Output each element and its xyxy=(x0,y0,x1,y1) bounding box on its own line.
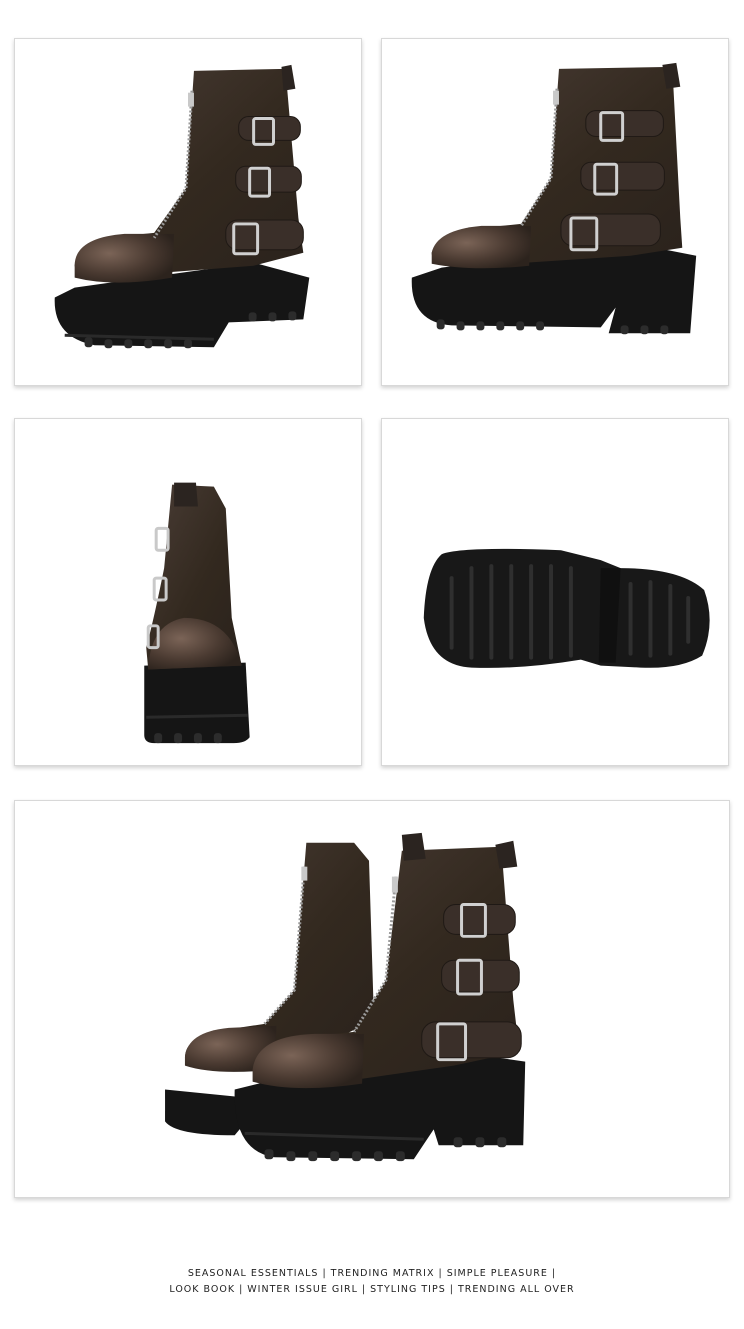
boot-pair-illustration xyxy=(165,832,526,1162)
boot-sole-photo xyxy=(381,418,729,766)
boot-back-photo xyxy=(14,418,362,766)
boot-side-illustration xyxy=(411,62,697,335)
boot-front-illustration xyxy=(54,64,310,349)
tagline-line-1: SEASONAL ESSENTIALS | TRENDING MATRIX | … xyxy=(187,1268,557,1279)
boot-pair-photo xyxy=(14,800,730,1198)
boot-side-photo xyxy=(381,38,729,386)
boot-back-illustration xyxy=(144,482,250,744)
tagline-line-2: LOOK BOOK | WINTER ISSUE GIRL | STYLING … xyxy=(169,1284,575,1295)
boot-sole-illustration xyxy=(423,548,710,668)
boot-front-three-quarter-photo xyxy=(14,38,362,386)
